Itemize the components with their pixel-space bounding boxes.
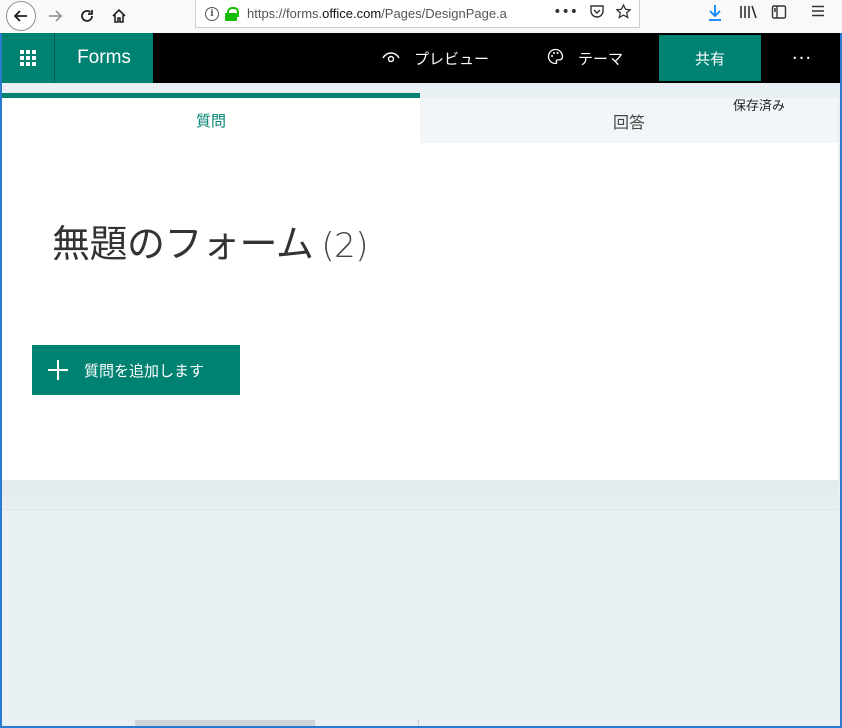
app-launcher-icon[interactable] bbox=[2, 33, 54, 83]
share-button[interactable]: 共有 bbox=[659, 35, 761, 81]
page-actions-icon[interactable]: ••• bbox=[553, 4, 578, 23]
palette-icon bbox=[547, 48, 564, 69]
sidebar-icon[interactable] bbox=[771, 4, 787, 24]
reload-icon[interactable] bbox=[72, 1, 102, 31]
preview-button[interactable]: プレビュー bbox=[382, 33, 489, 83]
form-card: 無題のフォーム (2) 質問を追加します bbox=[2, 143, 838, 480]
download-icon[interactable] bbox=[707, 4, 723, 26]
theme-label: テーマ bbox=[578, 49, 624, 68]
hamburger-menu-icon[interactable] bbox=[811, 4, 825, 22]
form-title-count: (2) bbox=[321, 226, 369, 266]
form-tabs: 質問 回答 bbox=[2, 93, 838, 143]
back-arrow-icon[interactable] bbox=[6, 1, 36, 31]
info-icon[interactable]: i bbox=[205, 6, 219, 21]
scrollbar-thumb[interactable] bbox=[135, 720, 315, 726]
library-icon[interactable] bbox=[739, 4, 757, 24]
tab-questions[interactable]: 質問 bbox=[2, 93, 420, 143]
url-text[interactable]: https://forms.office.com/Pages/DesignPag… bbox=[247, 6, 522, 21]
preview-label: プレビュー bbox=[414, 49, 490, 68]
forward-arrow-icon[interactable] bbox=[40, 1, 70, 31]
divider bbox=[418, 720, 419, 726]
bookmark-star-icon[interactable] bbox=[615, 3, 632, 23]
lock-icon bbox=[225, 6, 239, 21]
app-header: Forms プレビュー テーマ 共有 ··· bbox=[2, 33, 840, 83]
more-options-icon[interactable]: ··· bbox=[782, 33, 822, 83]
card-shadow bbox=[2, 480, 838, 510]
browser-toolbar: i https://forms.office.com/Pages/DesignP… bbox=[0, 0, 842, 33]
add-question-label: 質問を追加します bbox=[84, 361, 205, 380]
home-icon[interactable] bbox=[104, 1, 134, 31]
eye-icon bbox=[382, 49, 400, 68]
saved-status: 保存済み bbox=[733, 99, 786, 114]
add-question-button[interactable]: 質問を追加します bbox=[32, 345, 240, 395]
app-brand[interactable]: Forms bbox=[54, 33, 153, 83]
theme-button[interactable]: テーマ bbox=[547, 33, 623, 83]
url-bar[interactable]: i https://forms.office.com/Pages/DesignP… bbox=[195, 0, 640, 28]
form-title[interactable]: 無題のフォーム (2) bbox=[52, 213, 369, 268]
plus-icon bbox=[48, 360, 68, 380]
pocket-icon[interactable] bbox=[590, 4, 604, 23]
